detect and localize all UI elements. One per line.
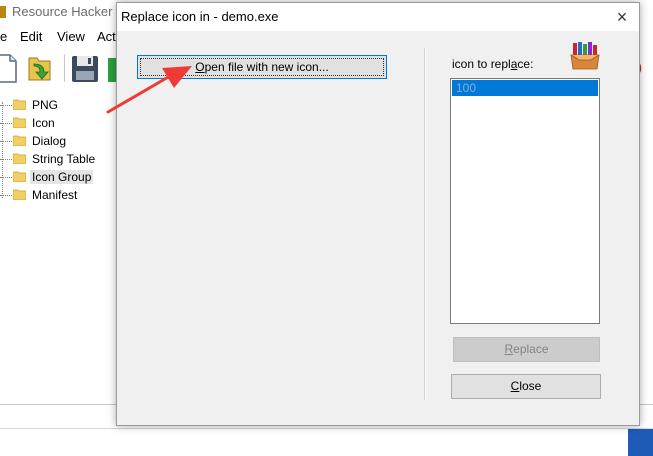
menu-action[interactable]: Act: [97, 29, 116, 44]
tree-item-icon-group[interactable]: Icon Group: [0, 168, 117, 186]
tree-item-label: Manifest: [32, 188, 78, 202]
close-button[interactable]: Close: [451, 374, 601, 399]
icon-list[interactable]: 100: [450, 78, 600, 324]
tree-item-label: Icon Group: [30, 170, 94, 184]
tree-item-label: String Table: [32, 152, 96, 166]
toolbar-separator: [64, 54, 65, 82]
icon-to-replace-label: icon to replace:: [452, 57, 534, 71]
dialog-titlebar: Replace icon in - demo.exe ×: [117, 3, 639, 31]
dialog-title: Replace icon in - demo.exe: [121, 9, 279, 24]
tree-item-label: Icon: [32, 116, 55, 130]
open-file-button-label: Open file with new icon...: [195, 60, 329, 74]
close-button-label: Close: [510, 379, 542, 393]
open-folder-icon[interactable]: [26, 52, 56, 84]
close-icon[interactable]: ×: [611, 7, 633, 27]
folder-icon: [13, 99, 26, 110]
new-file-icon[interactable]: [0, 52, 24, 84]
status-divider: [0, 428, 653, 429]
tree-item-dialog[interactable]: Dialog: [0, 132, 117, 150]
vertical-divider: [424, 48, 426, 400]
folder-icon: [13, 117, 26, 128]
replace-button-label: Replace: [504, 342, 549, 356]
folder-icon: [13, 189, 26, 200]
tree-item-string-table[interactable]: String Table: [0, 150, 117, 168]
tree-item-label: Dialog: [32, 134, 67, 148]
tree-item-label: PNG: [32, 98, 59, 112]
taskbar-corner: [628, 429, 653, 456]
save-icon[interactable]: [70, 52, 100, 84]
resource-tree: PNG Icon Dialog String Table Icon Group …: [0, 92, 117, 402]
folder-icon: [13, 135, 26, 146]
resource-hacker-icon: [0, 6, 6, 18]
app-title: Resource Hacker: [12, 4, 113, 19]
menu-file[interactable]: e: [0, 29, 7, 44]
folder-icon: [13, 153, 26, 164]
books-icon: [570, 42, 600, 70]
menu-bar: e Edit View Act: [0, 26, 120, 46]
list-item[interactable]: 100: [452, 80, 598, 96]
folder-icon: [13, 171, 26, 182]
menu-view[interactable]: View: [57, 29, 85, 44]
replace-button[interactable]: Replace: [453, 337, 600, 362]
tree-item-manifest[interactable]: Manifest: [0, 186, 117, 204]
menu-edit[interactable]: Edit: [20, 29, 42, 44]
annotation-arrow: [106, 66, 192, 114]
